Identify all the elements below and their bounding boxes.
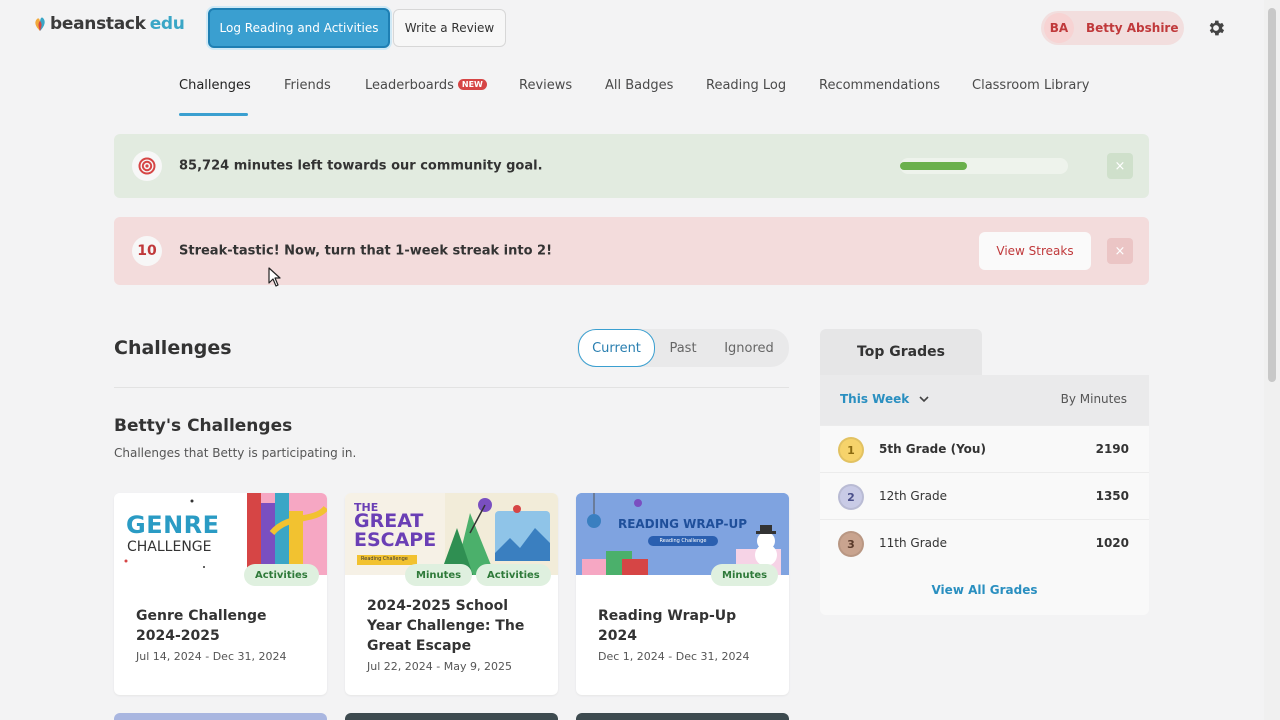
view-all-grades-link[interactable]: View All Grades <box>820 583 1149 597</box>
card-image-caption: Reading Challenge <box>361 556 408 562</box>
new-badge: NEW <box>457 79 487 90</box>
log-reading-button[interactable]: Log Reading and Activities <box>208 8 390 48</box>
mouse-cursor-icon <box>268 267 282 287</box>
target-icon <box>132 151 162 181</box>
close-goal-button[interactable]: × <box>1107 153 1133 179</box>
tab-reviews[interactable]: Reviews <box>519 78 572 93</box>
page-scrollbar[interactable] <box>1264 0 1280 720</box>
grade-name: 11th Grade <box>879 536 947 550</box>
challenge-image: THE GREAT ESCAPE Reading Challenge <box>345 493 558 575</box>
section-divider <box>114 387 789 388</box>
challenge-image: GENRE CHALLENGE <box>114 493 327 575</box>
tab-friends[interactable]: Friends <box>284 78 331 93</box>
card-title: Genre Challenge 2024-2025 <box>136 608 267 644</box>
scrollbar-thumb[interactable] <box>1268 8 1276 382</box>
top-grades-header: This Week By Minutes <box>820 375 1149 425</box>
user-menu[interactable]: BA Betty Abshire <box>1041 11 1184 45</box>
challenge-card-wrap-up[interactable]: READING WRAP-UP Reading Challenge Minute… <box>576 493 789 695</box>
avatar: BA <box>1044 13 1074 43</box>
my-challenges-description: Challenges that Betty is participating i… <box>114 446 357 460</box>
grade-row: 2 12th Grade 1350 <box>820 472 1149 519</box>
beanstack-logo[interactable]: beanstack edu <box>34 14 185 34</box>
challenge-card-peek[interactable] <box>345 713 558 720</box>
card-dates: Jul 14, 2024 - Dec 31, 2024 <box>136 650 287 663</box>
card-image-subtitle: CHALLENGE <box>127 539 212 555</box>
streak-number: 10 <box>137 243 157 259</box>
chevron-down-icon <box>919 392 929 406</box>
tag-minutes: Minutes <box>405 564 473 586</box>
card-image-caption: Reading Challenge <box>648 536 718 546</box>
community-goal-text: 85,724 minutes left towards our communit… <box>179 158 543 174</box>
challenge-card-great-escape[interactable]: THE GREAT ESCAPE Reading Challenge Minut… <box>345 493 558 695</box>
main-nav: Challenges Friends Leaderboards NEW Revie… <box>0 70 1264 116</box>
rank-medal-icon: 1 <box>838 437 864 463</box>
card-image-title: GENRE <box>126 511 220 539</box>
filter-current[interactable]: Current <box>578 329 655 367</box>
rank-medal-icon: 3 <box>838 531 864 557</box>
rank-medal-icon: 2 <box>838 484 864 510</box>
filter-ignored[interactable]: Ignored <box>715 329 783 367</box>
user-name: Betty Abshire <box>1086 21 1179 35</box>
logo-suffix: edu <box>149 14 185 34</box>
tag-activities: Activities <box>476 564 551 586</box>
challenges-heading: Challenges <box>114 337 232 359</box>
logo-text: beanstack <box>50 14 146 34</box>
active-tab-indicator <box>179 113 248 116</box>
tab-leaderboards[interactable]: Leaderboards NEW <box>365 78 487 93</box>
grade-name: 5th Grade (You) <box>879 442 986 456</box>
progress-fill <box>900 162 968 170</box>
period-label: This Week <box>840 392 910 406</box>
challenge-card-peek[interactable] <box>114 713 327 720</box>
tag-minutes: Minutes <box>711 564 779 586</box>
view-streaks-button[interactable]: View Streaks <box>979 232 1091 270</box>
period-select[interactable]: This Week <box>840 392 929 406</box>
challenge-card-peek[interactable] <box>576 713 789 720</box>
gear-icon[interactable] <box>1206 18 1226 38</box>
community-goal-progress <box>900 158 1068 174</box>
challenge-filter: Current Past Ignored <box>577 329 789 367</box>
top-grades-tab[interactable]: Top Grades <box>820 329 982 375</box>
grade-minutes: 1350 <box>1095 489 1129 503</box>
card-image-title-2: ESCAPE <box>354 529 437 551</box>
challenge-image: READING WRAP-UP Reading Challenge <box>576 493 789 575</box>
grade-row: 3 11th Grade 1020 <box>820 519 1149 566</box>
top-grades-panel: This Week By Minutes 1 5th Grade (You) 2… <box>820 375 1149 615</box>
tab-all-badges[interactable]: All Badges <box>605 78 673 93</box>
tab-recommendations[interactable]: Recommendations <box>819 78 940 93</box>
grade-row: 1 5th Grade (You) 2190 <box>820 425 1149 472</box>
card-image-title: READING WRAP-UP <box>617 517 748 531</box>
write-review-button[interactable]: Write a Review <box>393 9 506 47</box>
grade-minutes: 1020 <box>1095 536 1129 550</box>
filter-past[interactable]: Past <box>659 329 707 367</box>
card-title: Reading Wrap-Up 2024 <box>598 608 737 644</box>
metric-label: By Minutes <box>1060 392 1127 406</box>
close-streak-button[interactable]: × <box>1107 238 1133 264</box>
challenge-card-genre[interactable]: GENRE CHALLENGE Activities Genre Challen… <box>114 493 327 695</box>
top-bar: beanstack edu Log Reading and Activities … <box>0 0 1264 58</box>
card-title: 2024-2025 School Year Challenge: The Gre… <box>367 598 525 654</box>
streak-count-badge: 10 <box>132 236 162 266</box>
tab-reading-log[interactable]: Reading Log <box>706 78 786 93</box>
card-dates: Dec 1, 2024 - Dec 31, 2024 <box>598 650 750 663</box>
grade-name: 12th Grade <box>879 489 947 503</box>
grade-minutes: 2190 <box>1095 442 1129 456</box>
tab-challenges[interactable]: Challenges <box>179 78 251 93</box>
card-dates: Jul 22, 2024 - May 9, 2025 <box>367 660 512 673</box>
tab-leaderboards-label: Leaderboards <box>365 78 454 93</box>
my-challenges-heading: Betty's Challenges <box>114 416 293 436</box>
tag-activities: Activities <box>244 564 319 586</box>
tab-classroom-library[interactable]: Classroom Library <box>972 78 1089 93</box>
bean-logo-icon <box>34 16 46 32</box>
streak-text: Streak-tastic! Now, turn that 1-week str… <box>179 243 553 259</box>
community-goal-banner: 85,724 minutes left towards our communit… <box>114 134 1149 198</box>
